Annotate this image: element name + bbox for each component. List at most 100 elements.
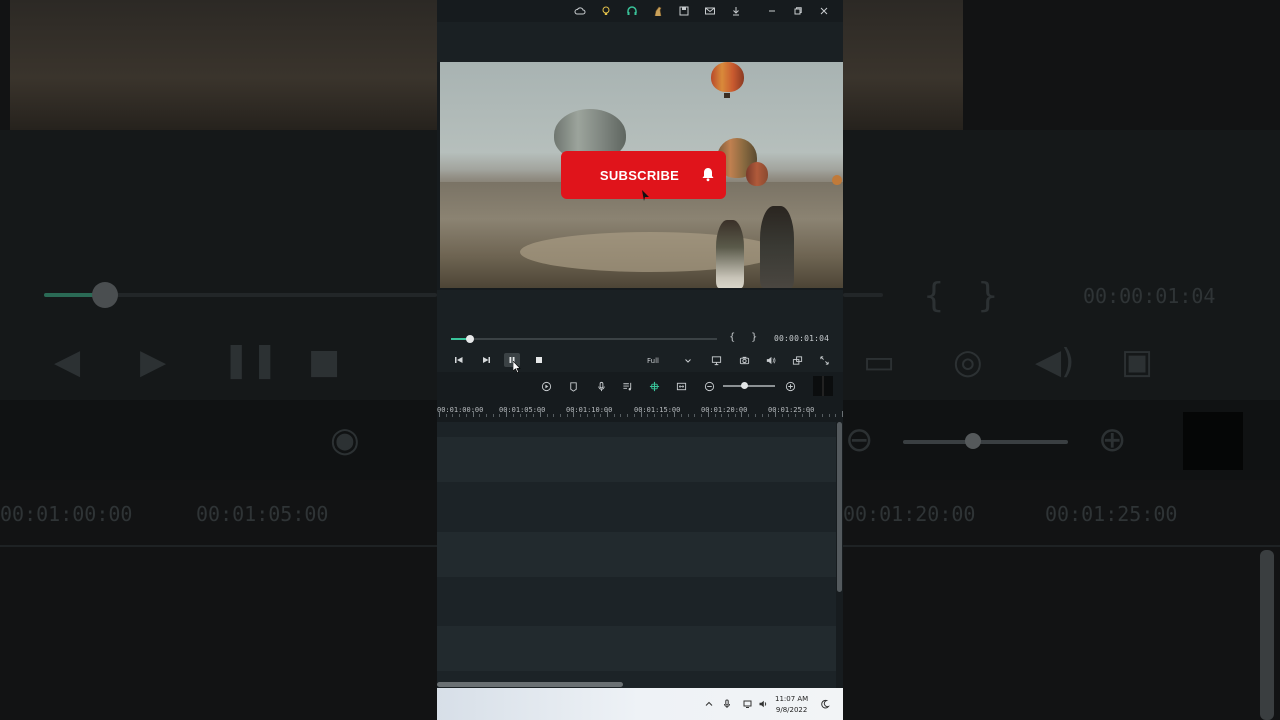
zoom-slider-handle[interactable] (740, 382, 748, 389)
fit-icon[interactable] (674, 379, 688, 393)
ruler-tick (640, 411, 642, 417)
horizontal-scrollbar[interactable] (437, 680, 836, 688)
ruler-tick (439, 411, 440, 417)
stop-icon[interactable] (531, 353, 547, 367)
ruler-tick (714, 414, 716, 417)
zoom-in-icon[interactable] (783, 379, 797, 393)
microphone-icon[interactable] (594, 379, 608, 393)
chevron-up-icon[interactable] (703, 698, 715, 710)
mouse-cursor-icon (513, 361, 521, 373)
ruler-tick (654, 414, 656, 417)
video-preview[interactable]: SUBSCRIBE (440, 62, 843, 288)
horse-icon[interactable] (645, 0, 671, 22)
camera-icon[interactable] (737, 353, 751, 367)
ai-link-icon[interactable] (647, 379, 661, 393)
backdrop-video (843, 0, 963, 130)
ruler-label: 00:01:00:00 (437, 406, 484, 414)
ruler-tick (761, 414, 763, 417)
ruler-tick (721, 414, 723, 417)
person-image (716, 220, 744, 288)
ruler-tick (472, 411, 474, 417)
vertical-scrollbar[interactable] (836, 422, 843, 688)
fullscreen-icon[interactable] (790, 353, 804, 367)
marker-icon[interactable] (566, 379, 580, 393)
backdrop-zoom-out-icon: ⊖ (845, 420, 874, 460)
render-icon[interactable] (539, 379, 553, 393)
zoom-out-icon[interactable] (702, 379, 716, 393)
backdrop-camera-icon: ◎ (953, 342, 983, 382)
network-icon[interactable] (742, 698, 754, 710)
titlebar (437, 0, 843, 22)
restore-icon[interactable] (785, 0, 811, 22)
ruler-tick (842, 411, 843, 417)
backdrop-timecode: 00:00:01:04 (1083, 284, 1216, 308)
bell-icon (702, 168, 714, 182)
ruler-tick (445, 414, 447, 417)
save-icon[interactable] (671, 0, 697, 22)
backdrop-ruler-label: 00:01:25:00 (1045, 502, 1178, 526)
mark-out-button[interactable]: } (751, 332, 757, 343)
ruler-tick (586, 414, 588, 417)
speaker-icon[interactable] (757, 698, 769, 710)
ruler-tick (815, 414, 817, 417)
previous-frame-icon[interactable] (451, 353, 467, 367)
clock-time: 11:07 AM (775, 695, 809, 703)
expand-icon[interactable] (817, 353, 831, 367)
backdrop-zoom-knob (965, 433, 981, 449)
cloud-icon[interactable] (567, 0, 593, 22)
ruler-tick (680, 414, 682, 417)
ruler-tick (694, 414, 696, 417)
minimize-icon[interactable] (759, 0, 785, 22)
vertical-scroll-thumb[interactable] (837, 422, 842, 592)
ruler-tick (486, 414, 488, 417)
download-icon[interactable] (723, 0, 749, 22)
backdrop-stop-icon: ■ (308, 342, 341, 382)
volume-icon[interactable] (763, 353, 777, 367)
mail-icon[interactable] (697, 0, 723, 22)
backdrop-brace: { } (923, 276, 999, 316)
chevron-down-icon (685, 358, 691, 363)
backdrop-zoom-in-icon: ⊕ (1098, 420, 1127, 460)
backdrop-video (10, 0, 437, 130)
timeline-tracks[interactable] (437, 422, 836, 688)
audio-mix-icon[interactable] (620, 379, 634, 393)
playback-controls: { } 00:00:01:04 Full (437, 290, 843, 373)
horizontal-scroll-thumb[interactable] (437, 682, 623, 687)
moon-icon[interactable] (819, 698, 831, 710)
display-icon[interactable] (709, 353, 723, 367)
backdrop-ruler-label: 00:01:05:00 (196, 502, 329, 526)
ruler-tick (835, 414, 837, 417)
timeline-track[interactable] (437, 626, 836, 671)
zoom-slider-track[interactable] (723, 385, 775, 387)
ruler-tick (627, 414, 629, 417)
scrubber-handle[interactable] (465, 335, 474, 343)
subscribe-label: SUBSCRIBE (599, 167, 680, 183)
close-icon[interactable] (811, 0, 837, 22)
quality-value: Full (647, 356, 659, 365)
headset-icon[interactable] (619, 0, 645, 22)
panel-toggle-button[interactable] (813, 376, 833, 396)
quality-select[interactable]: Full (643, 354, 695, 367)
mark-in-button[interactable]: { (729, 332, 735, 343)
lightbulb-icon[interactable] (593, 0, 619, 22)
ruler-tick (459, 414, 461, 417)
ruler-tick (707, 411, 709, 417)
timeline-track[interactable] (437, 437, 836, 482)
ruler-tick (727, 414, 729, 417)
screen: ◀ ▶ ❚❚ ■ ◉ 00:01:00:00 00:01:05:00 { } 0… (0, 0, 1280, 720)
pointer-icon (642, 190, 649, 201)
ruler-tick (600, 414, 602, 417)
ruler-tick (674, 411, 676, 417)
backdrop-prev-icon: ◀ (54, 342, 81, 382)
ruler-tick (553, 414, 555, 417)
ruler-tick (701, 414, 703, 417)
ruler-tick (465, 414, 467, 417)
microphone-icon[interactable] (721, 698, 733, 710)
scrubber-track[interactable] (451, 338, 717, 340)
timeline-track[interactable] (437, 532, 836, 577)
play-icon[interactable] (478, 353, 494, 367)
timeline-ruler[interactable]: 00:01:00:00 00:01:05:00 00:01:10:00 00:0… (437, 398, 843, 422)
taskbar-clock[interactable]: 11:07 AM 9/8/2022 (775, 694, 808, 716)
ruler-tick (768, 414, 770, 417)
backdrop-render-icon: ◉ (330, 420, 360, 460)
